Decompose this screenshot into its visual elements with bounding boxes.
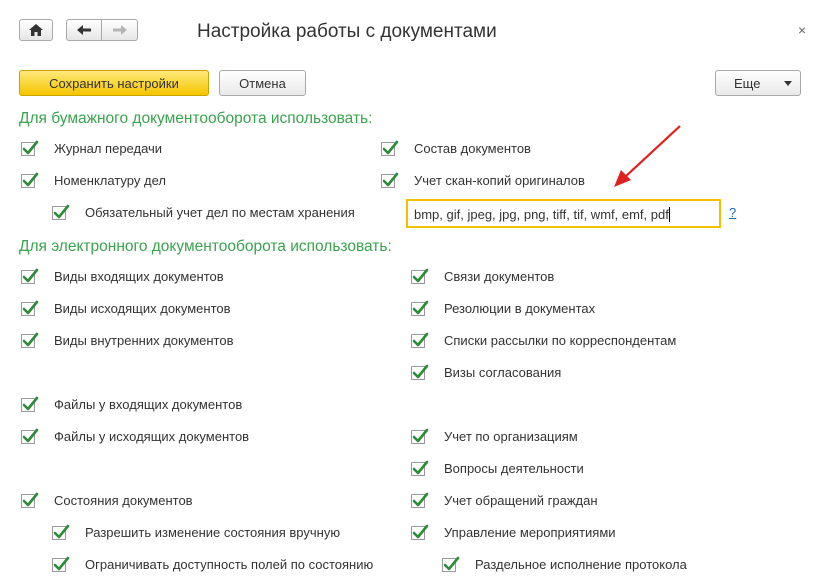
home-button[interactable] <box>19 19 53 41</box>
checkmark-icon <box>53 204 70 219</box>
save-settings-button[interactable]: Сохранить настройки <box>19 70 209 96</box>
checkmark-icon <box>53 524 70 539</box>
label-separate-protocol-execution: Раздельное исполнение протокола <box>475 557 687 572</box>
window-title: Настройка работы с документами <box>197 21 497 42</box>
checkmark-icon <box>22 140 39 155</box>
checkmark-icon <box>53 556 70 571</box>
electronic-section-heading: Для электронного документооборота исполь… <box>19 238 392 255</box>
checkbox-storage-location-accounting[interactable] <box>52 204 70 220</box>
more-label: Еще <box>734 75 761 91</box>
checkbox-separate-protocol-execution[interactable] <box>442 556 460 572</box>
checkmark-icon <box>412 268 429 283</box>
checkbox-restrict-fields-by-state[interactable] <box>52 556 70 572</box>
checkbox-approval-visas[interactable] <box>411 364 429 380</box>
forward-button[interactable] <box>101 19 138 41</box>
text-cursor <box>668 207 670 222</box>
label-citizen-appeals: Учет обращений граждан <box>444 493 598 508</box>
checkmark-icon <box>22 396 39 411</box>
label-scan-copies: Учет скан-копий оригиналов <box>414 173 585 188</box>
label-outgoing-types: Виды исходящих документов <box>54 301 231 316</box>
label-activity-issues: Вопросы деятельности <box>444 461 584 476</box>
checkbox-case-nomenclature[interactable] <box>21 172 39 188</box>
label-restrict-fields-by-state: Ограничивать доступность полей по состоя… <box>85 557 374 572</box>
back-button[interactable] <box>66 19 102 41</box>
checkmark-icon <box>22 492 39 507</box>
checkbox-incoming-types[interactable] <box>21 268 39 284</box>
chevron-down-icon <box>784 81 792 86</box>
checkmark-icon <box>412 332 429 347</box>
checkmark-icon <box>412 428 429 443</box>
label-approval-visas: Визы согласования <box>444 365 562 380</box>
checkbox-event-management[interactable] <box>411 524 429 540</box>
checkbox-citizen-appeals[interactable] <box>411 492 429 508</box>
label-resolutions: Резолюции в документах <box>444 301 596 316</box>
checkbox-document-links[interactable] <box>411 268 429 284</box>
checkbox-resolutions[interactable] <box>411 300 429 316</box>
checkbox-internal-types[interactable] <box>21 332 39 348</box>
checkmark-icon <box>412 364 429 379</box>
scan-extensions-value: bmp, gif, jpeg, jpg, png, tiff, tif, wmf… <box>414 207 669 222</box>
annotation-arrow <box>614 125 681 187</box>
label-outgoing-files: Файлы у исходящих документов <box>54 429 250 444</box>
checkbox-document-states[interactable] <box>21 492 39 508</box>
checkbox-activity-issues[interactable] <box>411 460 429 476</box>
checkbox-mailing-lists[interactable] <box>411 332 429 348</box>
label-document-composition: Состав документов <box>414 141 531 156</box>
checkmark-icon <box>412 300 429 315</box>
label-incoming-types: Виды входящих документов <box>54 269 224 284</box>
label-case-nomenclature: Номенклатуру дел <box>54 173 166 188</box>
checkmark-icon <box>22 268 39 283</box>
checkbox-accounting-by-organizations[interactable] <box>411 428 429 444</box>
label-document-links: Связи документов <box>444 269 555 284</box>
checkmark-icon <box>412 492 429 507</box>
label-accounting-by-organizations: Учет по организациям <box>444 429 578 444</box>
checkbox-manual-state-change[interactable] <box>52 524 70 540</box>
checkmark-icon <box>22 300 39 315</box>
label-mailing-lists: Списки рассылки по корреспондентам <box>444 333 677 348</box>
home-icon <box>29 24 43 36</box>
label-incoming-files: Файлы у входящих документов <box>54 397 243 412</box>
label-event-management: Управление мероприятиями <box>444 525 616 540</box>
checkbox-incoming-files[interactable] <box>21 396 39 412</box>
close-icon[interactable]: × <box>798 22 806 38</box>
label-internal-types: Виды внутренних документов <box>54 333 234 348</box>
arrow-right-icon <box>112 25 127 35</box>
checkmark-icon <box>412 460 429 475</box>
label-transfer-journal: Журнал передачи <box>54 141 163 156</box>
checkmark-icon <box>412 524 429 539</box>
checkbox-outgoing-files[interactable] <box>21 428 39 444</box>
checkmark-icon <box>22 428 39 443</box>
checkmark-icon <box>382 172 399 187</box>
scan-extensions-input[interactable]: bmp, gif, jpeg, jpg, png, tiff, tif, wmf… <box>406 199 721 228</box>
cancel-button[interactable]: Отмена <box>219 70 306 96</box>
checkmark-icon <box>443 556 460 571</box>
checkbox-transfer-journal[interactable] <box>21 140 39 156</box>
label-storage-location-accounting: Обязательный учет дел по местам хранения <box>85 205 355 220</box>
label-manual-state-change: Разрешить изменение состояния вручную <box>85 525 341 540</box>
checkbox-scan-copies[interactable] <box>381 172 399 188</box>
checkmark-icon <box>22 332 39 347</box>
checkbox-outgoing-types[interactable] <box>21 300 39 316</box>
label-document-states: Состояния документов <box>54 493 193 508</box>
paper-section-heading: Для бумажного документооборота использов… <box>19 110 373 127</box>
help-link[interactable]: ? <box>729 205 736 220</box>
checkmark-icon <box>382 140 399 155</box>
checkbox-document-composition[interactable] <box>381 140 399 156</box>
more-menu-button[interactable]: Еще <box>715 70 801 96</box>
arrow-left-icon <box>77 25 91 35</box>
checkmark-icon <box>22 172 39 187</box>
